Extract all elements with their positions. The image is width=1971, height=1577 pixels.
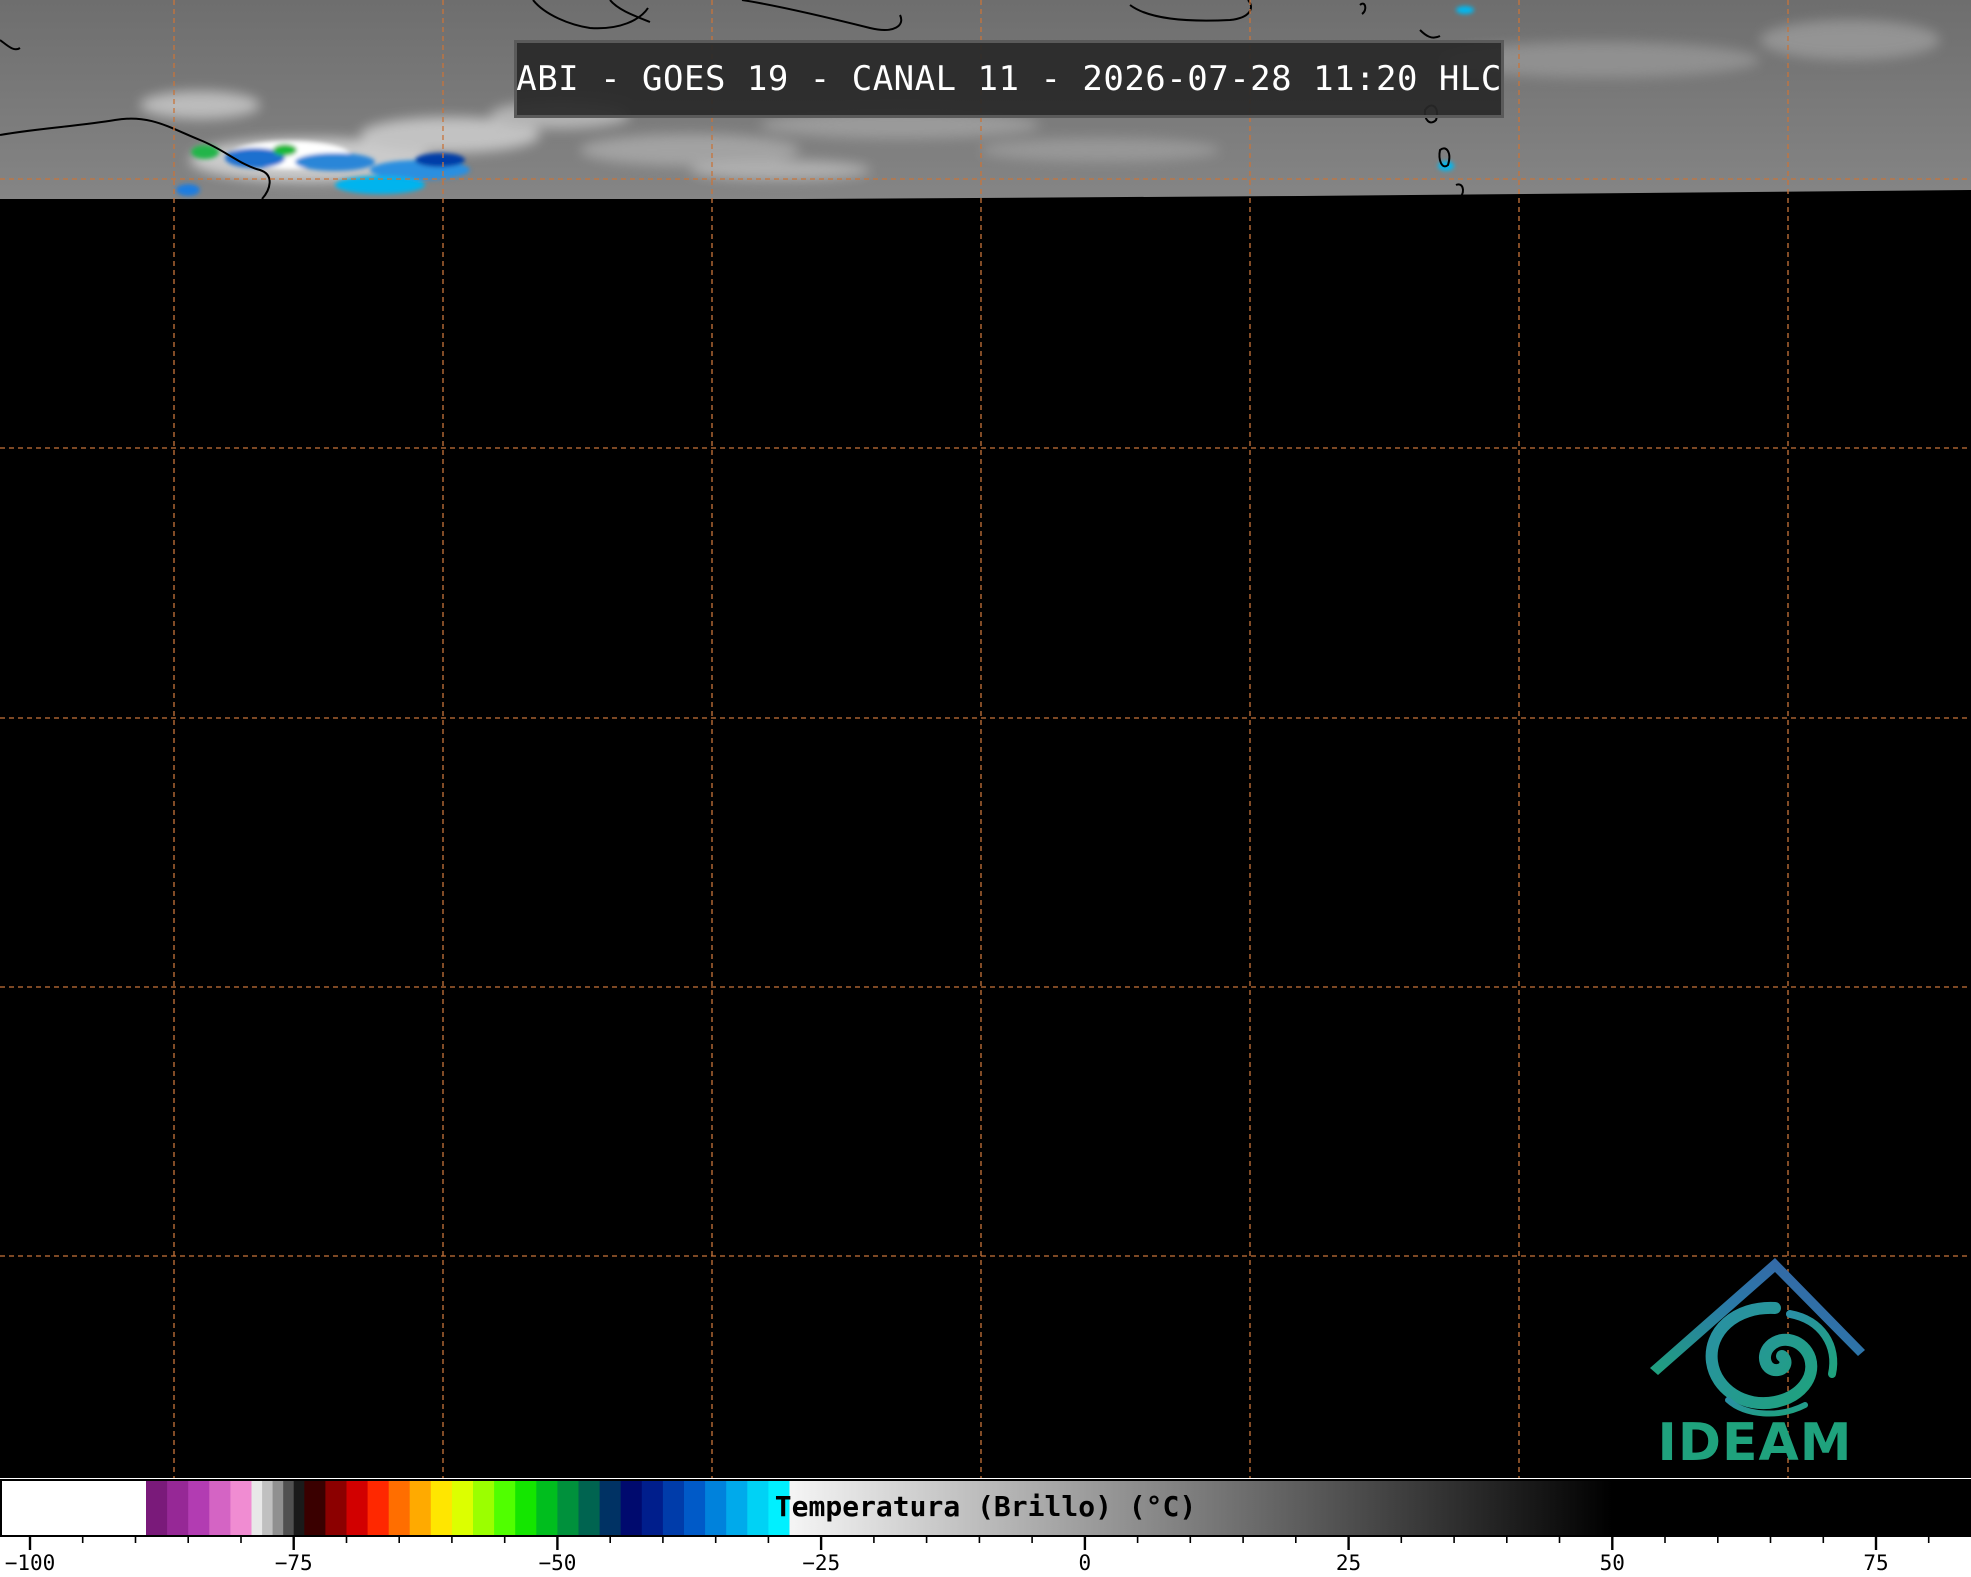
colorbar-segment (209, 1480, 231, 1536)
colorbar-tick-label: 50 (1599, 1551, 1625, 1575)
title-box: ABI - GOES 19 - CANAL 11 - 2026-07-28 11… (514, 40, 1504, 118)
colorbar-segment (515, 1480, 537, 1536)
colorbar-segment (494, 1480, 516, 1536)
colorbar-segment (167, 1480, 189, 1536)
colorbar-ticks (28, 1536, 1930, 1550)
colorbar-segment (536, 1480, 558, 1536)
colorbar-segment (578, 1480, 601, 1536)
colorbar-segment (293, 1480, 305, 1536)
colorbar-tick-label: 75 (1863, 1551, 1889, 1575)
page-title: ABI - GOES 19 - CANAL 11 - 2026-07-28 11… (516, 59, 1502, 99)
ideam-swirl-roof-icon (1650, 1258, 1865, 1417)
colorbar-segment (768, 1480, 791, 1536)
colorbar-tick-label: −25 (802, 1551, 841, 1575)
satellite-map: ABI - GOES 19 - CANAL 11 - 2026-07-28 11… (0, 0, 1971, 1478)
colorbar-segment (599, 1480, 622, 1536)
colorbar-segment (230, 1480, 253, 1536)
colorbar-segment (388, 1480, 411, 1536)
colorbar-segment (557, 1480, 580, 1536)
colorbar-segment (146, 1480, 168, 1536)
colorbar-segment (789, 1480, 1613, 1536)
colorbar-segment (662, 1480, 685, 1536)
colorbar-segment (262, 1480, 274, 1536)
colorbar-tick-label: −50 (538, 1551, 577, 1575)
colorbar-segment (272, 1480, 284, 1536)
colorbar-tick-label: 25 (1335, 1551, 1362, 1575)
colorbar-segment (684, 1480, 706, 1536)
ideam-logo: IDEAM (1640, 1250, 1870, 1478)
colorbar-segments (0, 1480, 1971, 1536)
colorbar-segment (367, 1480, 390, 1536)
colorbar-segment (641, 1480, 664, 1536)
colorbar-segment (451, 1480, 474, 1536)
colorbar-segment (346, 1480, 369, 1536)
colorbar-segment (409, 1480, 432, 1536)
colorbar-segment (430, 1480, 453, 1536)
ideam-logo-text: IDEAM (1657, 1413, 1853, 1473)
colorbar-tick-label: −75 (274, 1551, 313, 1575)
colorbar-segment (1612, 1480, 1971, 1536)
colorbar-segment (251, 1480, 263, 1536)
colorbar-segment (705, 1480, 727, 1536)
colorbar-segment (188, 1480, 210, 1536)
colorbar-segment (0, 1480, 147, 1536)
colorbar-segment (304, 1480, 326, 1536)
colorbar-segment (283, 1480, 295, 1536)
colorbar-segment (726, 1480, 748, 1536)
colorbar-segment (747, 1480, 769, 1536)
colorbar-segment (473, 1480, 495, 1536)
colorbar-segment (325, 1480, 348, 1536)
colorbar-tick-label: 0 (1078, 1551, 1092, 1575)
colorbar-tick-label: −100 (4, 1551, 56, 1575)
colorbar-segment (620, 1480, 643, 1536)
